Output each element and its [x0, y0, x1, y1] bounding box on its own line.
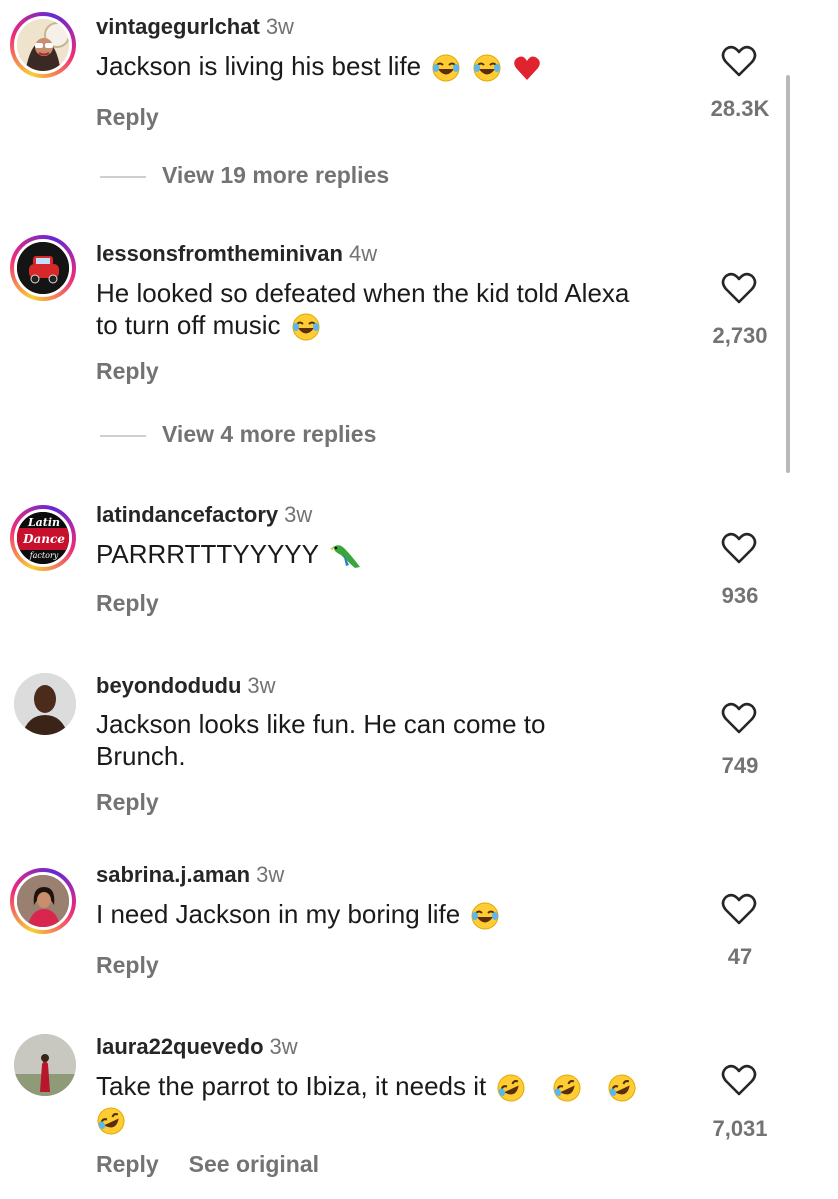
username[interactable]: beyondodudu [96, 673, 241, 698]
username[interactable]: laura22quevedo [96, 1034, 264, 1059]
rolling-laughing-emoji [97, 1107, 125, 1135]
like-count: 28.3K [710, 96, 770, 121]
avatar-text-factory: factory [29, 551, 59, 560]
like-count: 2,730 [712, 323, 768, 348]
comment-text: He looked so defeated when the kid told … [96, 277, 656, 342]
timestamp: 4w [348, 241, 378, 266]
laughing-emoji [432, 54, 460, 82]
laughing-emoji [292, 313, 320, 341]
avatar[interactable]: Latin Dance factory [10, 505, 76, 571]
like-count: 936 [721, 583, 759, 608]
avatar[interactable] [14, 1034, 76, 1096]
view-more-replies[interactable]: View 19 more replies [100, 162, 389, 189]
view-more-replies[interactable]: View 4 more replies [100, 421, 376, 448]
comment-text: Jackson looks like fun. He can come to B… [96, 708, 636, 772]
avatar[interactable] [10, 12, 76, 78]
reply-button[interactable]: Reply [96, 358, 159, 385]
comment-text: Take the parrot to Ibiza, it needs it [96, 1070, 696, 1136]
parrot-emoji [329, 545, 360, 569]
see-original-button[interactable]: See original [189, 1151, 319, 1177]
like-count: 749 [721, 753, 759, 778]
avatar[interactable] [10, 868, 76, 934]
avatar-image: Latin Dance factory [17, 512, 69, 564]
comment-meta: vintagegurlchat 3w [96, 14, 294, 40]
comment-text: Jackson is living his best life [96, 50, 656, 83]
comment-text: PARRRTTTYYYYY [96, 538, 656, 571]
red-heart-emoji [514, 56, 540, 81]
like-heart-icon[interactable] [721, 892, 757, 926]
avatar-image [17, 242, 69, 294]
view-more-label: View 19 more replies [162, 162, 390, 188]
comment-body: I need Jackson in my boring life [96, 899, 461, 929]
laughing-emoji [473, 54, 501, 82]
avatar-image [14, 1034, 76, 1096]
username[interactable]: sabrina.j.aman [96, 862, 250, 887]
like-heart-icon[interactable] [721, 531, 757, 565]
like-heart-icon[interactable] [721, 44, 757, 78]
comment-meta: sabrina.j.aman 3w [96, 862, 284, 888]
avatar-image [17, 19, 69, 71]
like-count: 7,031 [712, 1116, 768, 1141]
rolling-laughing-emoji [553, 1074, 581, 1102]
scrollbar[interactable] [786, 75, 790, 473]
reply-actions: Reply See original [96, 1151, 319, 1178]
like-count: 47 [727, 944, 753, 969]
avatar[interactable] [14, 673, 76, 735]
comment-text: I need Jackson in my boring life [96, 898, 656, 931]
avatar[interactable] [10, 235, 76, 301]
comment-body: PARRRTTTYYYYY [96, 539, 319, 569]
avatar-text-dance: Dance [22, 532, 65, 546]
reply-button[interactable]: Reply [96, 952, 159, 979]
timestamp: 3w [265, 14, 294, 39]
username[interactable]: lessonsfromtheminivan [96, 241, 343, 266]
comment-meta: beyondodudu 3w [96, 673, 276, 699]
like-heart-icon[interactable] [721, 701, 757, 735]
comment-body: Jackson looks like fun. He can come to B… [96, 709, 546, 771]
comment-body: Jackson is living his best life [96, 51, 422, 81]
reply-button[interactable]: Reply [96, 1151, 159, 1177]
comment-body: He looked so defeated when the kid told … [96, 278, 630, 340]
divider-line [100, 175, 146, 178]
comment-meta: latindancefactory 3w [96, 502, 312, 528]
rolling-laughing-emoji [497, 1074, 525, 1102]
laughing-emoji [471, 902, 499, 930]
comment-body: Take the parrot to Ibiza, it needs it [96, 1071, 487, 1101]
timestamp: 3w [247, 673, 276, 698]
divider-line [100, 434, 146, 437]
comment-meta: lessonsfromtheminivan 4w [96, 241, 377, 267]
timestamp: 3w [284, 502, 313, 527]
timestamp: 3w [256, 862, 285, 887]
like-heart-icon[interactable] [721, 1063, 757, 1097]
rolling-laughing-emoji [608, 1074, 636, 1102]
reply-button[interactable]: Reply [96, 104, 159, 131]
like-heart-icon[interactable] [721, 271, 757, 305]
view-more-label: View 4 more replies [162, 421, 377, 447]
avatar-image [14, 673, 76, 735]
username[interactable]: vintagegurlchat [96, 14, 260, 39]
reply-button[interactable]: Reply [96, 789, 159, 816]
reply-button[interactable]: Reply [96, 590, 159, 617]
comment-meta: laura22quevedo 3w [96, 1034, 298, 1060]
avatar-text-latin: Latin [27, 516, 60, 529]
username[interactable]: latindancefactory [96, 502, 278, 527]
timestamp: 3w [269, 1034, 298, 1059]
avatar-image [17, 875, 69, 927]
